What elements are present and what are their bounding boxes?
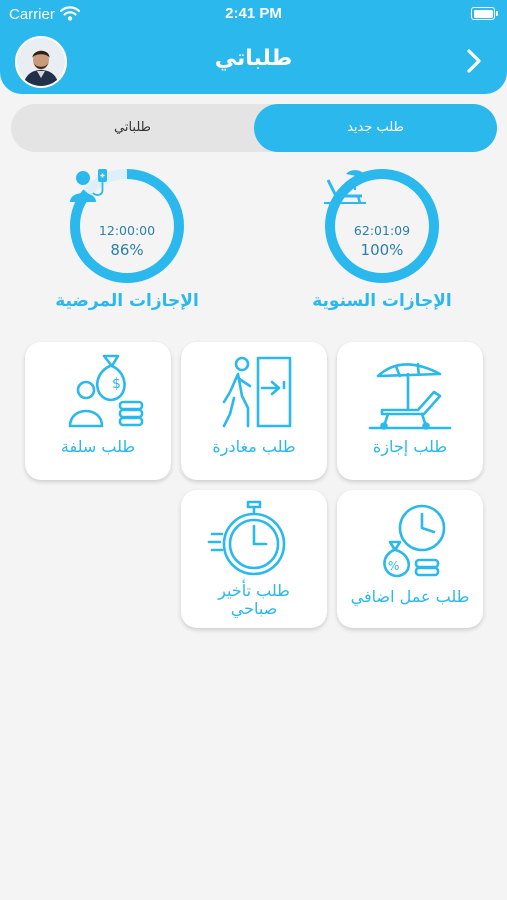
person-exit-door-icon <box>222 356 292 428</box>
sick-leave-percent: 86% <box>110 241 144 259</box>
app-header: طلباتي <box>0 30 507 94</box>
departure-request-label: طلب مغادرة <box>212 437 296 456</box>
beach-lounger-umbrella-icon <box>368 362 452 430</box>
morning-delay-request-card[interactable]: طلب تأخير صباحي <box>181 490 327 628</box>
svg-text:%: % <box>388 559 399 573</box>
clock-money-bag-icon: % <box>383 504 446 578</box>
morning-delay-label-line1: طلب تأخير <box>218 581 290 600</box>
sick-leave-time: 12:00:00 <box>98 223 156 238</box>
leave-request-card[interactable]: طلب إجازة <box>337 342 483 480</box>
overtime-request-label: طلب عمل اضافي <box>350 587 470 606</box>
back-button[interactable] <box>456 44 490 78</box>
svg-text:$: $ <box>112 376 121 392</box>
status-bar: Carrier 2:41 PM <box>0 0 507 30</box>
stopwatch-icon <box>207 500 286 576</box>
advance-request-label: طلب سلفة <box>60 437 136 456</box>
money-bag-worker-icon: $ <box>68 354 144 428</box>
annual-leave-percent: 100% <box>360 241 404 259</box>
overtime-request-card[interactable]: % طلب عمل اضافي <box>337 490 483 628</box>
tab-new-request[interactable]: طلب جديد <box>254 104 497 152</box>
annual-leave-title: الإجازات السنوية <box>312 291 452 311</box>
advance-request-card[interactable]: $ طلب سلفة <box>25 342 171 480</box>
battery-icon <box>471 7 495 20</box>
leave-request-label: طلب إجازة <box>372 437 448 456</box>
segmented-tabs: طلباتي طلب جديد <box>11 104 497 152</box>
clock-time: 2:41 PM <box>225 5 282 22</box>
annual-leave-gauge: 62:01:09 100% <box>322 166 442 286</box>
tab-my-requests[interactable]: طلباتي <box>11 104 254 152</box>
annual-leave-time: 62:01:09 <box>353 223 411 238</box>
morning-delay-label-line2: صباحي <box>230 599 278 618</box>
beach-chair-icon <box>324 170 366 204</box>
chevron-right-icon <box>467 49 481 73</box>
patient-iv-icon <box>70 169 107 202</box>
page-title: طلباتي <box>214 46 293 71</box>
battery-tip <box>496 11 498 16</box>
sick-leave-gauge: 12:00:00 86% <box>67 166 187 286</box>
sick-leave-title: الإجازات المرضية <box>55 291 199 311</box>
departure-request-card[interactable]: طلب مغادرة <box>181 342 327 480</box>
